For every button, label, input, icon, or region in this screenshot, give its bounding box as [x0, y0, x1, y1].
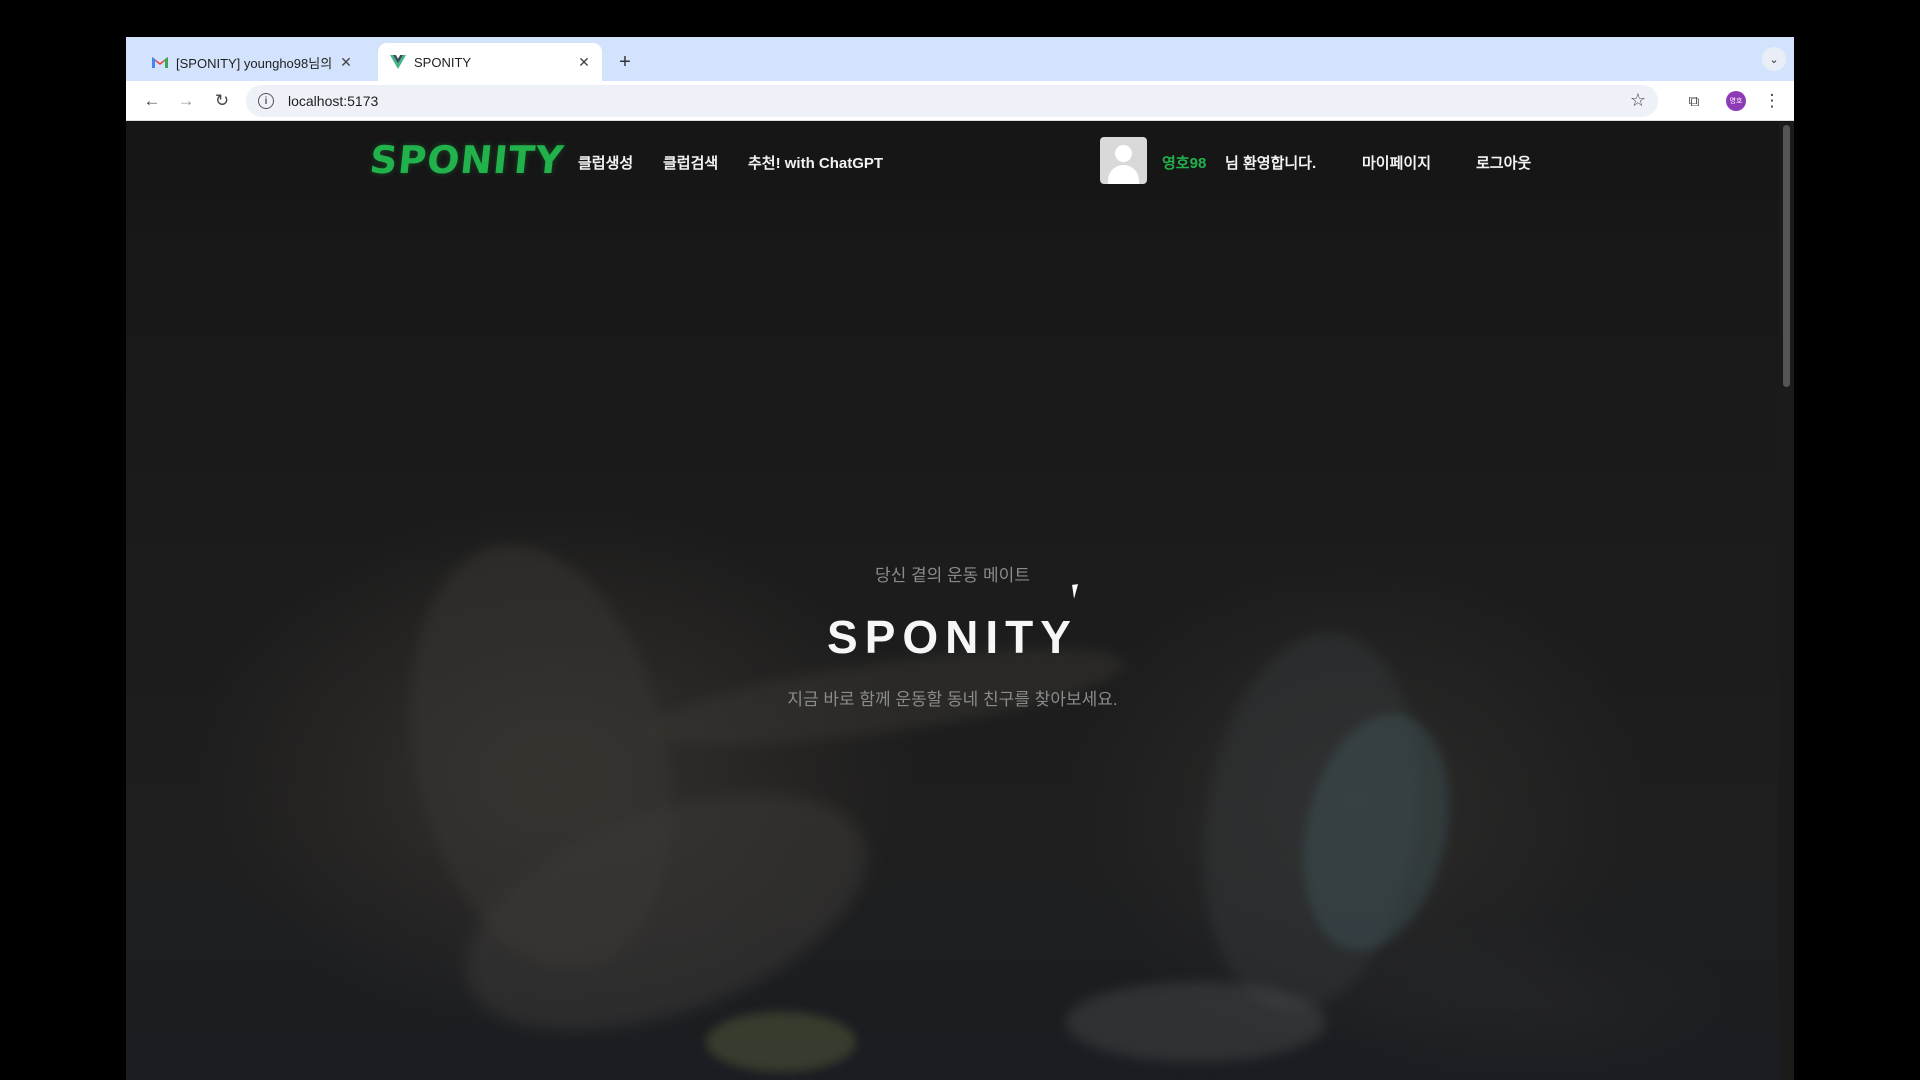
nav-create-club[interactable]: 클럽생성 — [578, 152, 633, 173]
nav-search-club[interactable]: 클럽검색 — [663, 152, 718, 173]
hero-tagline: 지금 바로 함께 운동할 동네 친구를 찾아보세요. — [787, 690, 1118, 709]
forward-arrow-icon[interactable]: → — [174, 89, 198, 113]
hero-title: SPONITY — [827, 611, 1078, 663]
menu-kebab-icon[interactable]: ⋮ — [1760, 89, 1784, 113]
nav-mypage[interactable]: 마이페이지 — [1362, 152, 1431, 173]
profile-avatar[interactable]: 영호 — [1726, 91, 1746, 111]
address-url: localhost:5173 — [288, 93, 379, 109]
extensions-icon[interactable]: ⧉ — [1682, 89, 1706, 113]
tab-gmail[interactable]: [SPONITY] youngho98님의 원 ✕ — [140, 43, 364, 81]
nav-recommend-chatgpt[interactable]: 추천! with ChatGPT — [748, 152, 883, 173]
tab-sponity[interactable]: SPONITY ✕ — [378, 43, 602, 81]
back-arrow-icon[interactable]: ← — [140, 89, 164, 113]
bookmark-star-icon[interactable]: ☆ — [1630, 90, 1646, 111]
browser-toolbar: ← → ↻ i localhost:5173 ☆ ⧉ 영호 ⋮ — [126, 81, 1794, 121]
site-logo[interactable]: SPONITY — [368, 138, 567, 182]
browser-window: [SPONITY] youngho98님의 원 ✕ SPONITY ✕ + ⌄ … — [126, 37, 1794, 1080]
user-avatar[interactable] — [1100, 137, 1147, 184]
mouse-cursor-icon — [1072, 583, 1086, 599]
close-tab-icon[interactable]: ✕ — [574, 52, 594, 72]
page-scrollbar[interactable] — [1779, 122, 1794, 1080]
gmail-icon — [152, 54, 168, 70]
tab-search-chevron-icon[interactable]: ⌄ — [1762, 47, 1786, 71]
tab-title: [SPONITY] youngho98님의 원 — [176, 55, 336, 71]
hero-subtitle: 당신 곁의 운동 메이트 — [875, 566, 1030, 585]
address-bar[interactable]: i localhost:5173 ☆ — [246, 85, 1658, 117]
user-name: 영호98 — [1162, 155, 1207, 172]
close-tab-icon[interactable]: ✕ — [336, 52, 356, 72]
new-tab-button[interactable]: + — [612, 49, 638, 75]
site-info-icon[interactable]: i — [258, 93, 274, 109]
welcome-text: 님 환영합니다. — [1225, 155, 1317, 172]
tab-strip: [SPONITY] youngho98님의 원 ✕ SPONITY ✕ + ⌄ — [126, 37, 1794, 81]
reload-icon[interactable]: ↻ — [210, 89, 234, 113]
vue-icon — [390, 54, 406, 70]
tab-title: SPONITY — [414, 54, 472, 70]
scrollbar-thumb[interactable] — [1783, 125, 1790, 387]
nav-logout[interactable]: 로그아웃 — [1476, 152, 1531, 173]
web-page: SPONITY 클럽생성 클럽검색 추천! with ChatGPT 영호98 … — [126, 122, 1779, 1080]
hero-background-image — [126, 122, 1779, 1080]
site-navbar: SPONITY 클럽생성 클럽검색 추천! with ChatGPT 영호98 … — [126, 122, 1779, 200]
